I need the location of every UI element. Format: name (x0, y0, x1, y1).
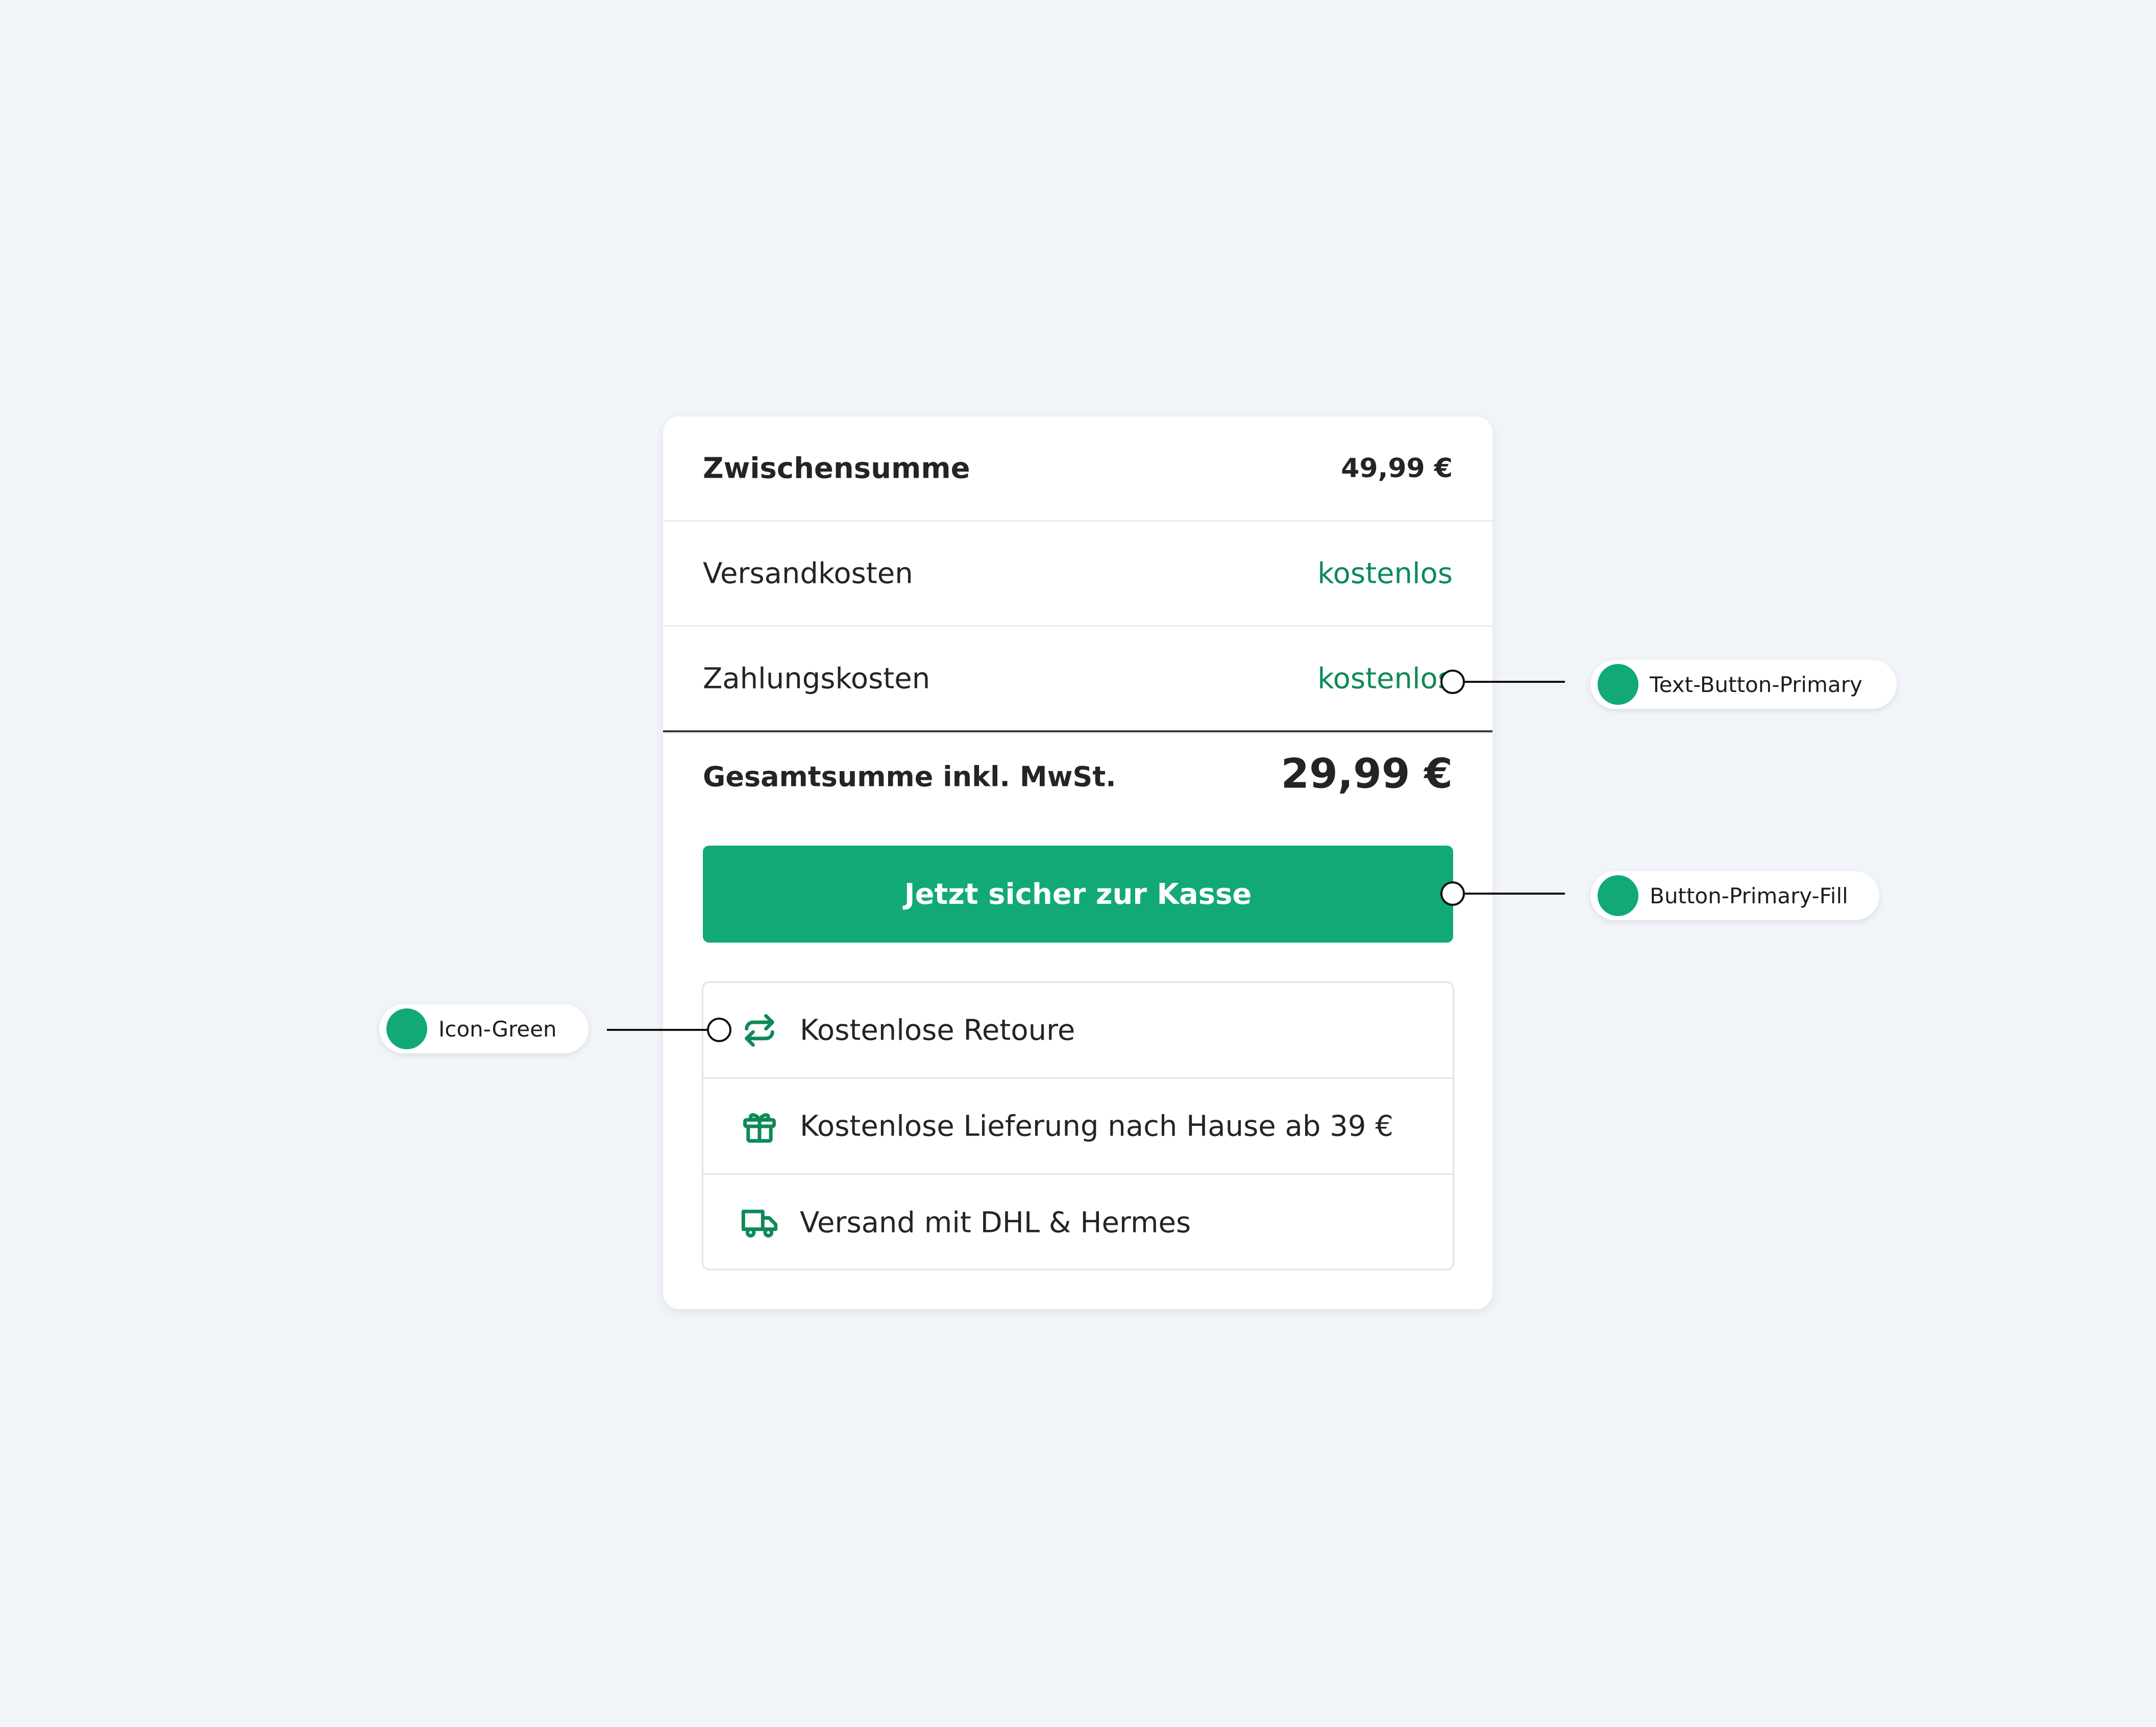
annotation-connector (1463, 893, 1565, 895)
annotation-connector (1463, 681, 1565, 683)
annotation-marker (707, 1018, 731, 1042)
payment-row: Zahlungskosten kostenlos (663, 627, 1492, 732)
truck-icon (741, 1210, 778, 1238)
annotation-marker (1440, 881, 1465, 906)
benefit-item-free-delivery: Kostenlose Lieferung nach Hause ab 39 € (703, 1079, 1453, 1175)
payment-label: Zahlungskosten (703, 662, 930, 695)
annotation-marker (1440, 670, 1465, 694)
annotation-label: Text-Button-Primary (1650, 672, 1863, 697)
shipping-row: Versandkosten kostenlos (663, 522, 1492, 627)
total-label: Gesamtsumme inkl. MwSt. (703, 760, 1116, 793)
benefit-item-shipping-carriers: Versand mit DHL & Hermes (703, 1175, 1453, 1269)
gift-icon (743, 1113, 776, 1143)
annotation-button-primary-fill: Button-Primary-Fill (1590, 871, 1879, 920)
benefit-label: Kostenlose Retoure (800, 1014, 1075, 1047)
benefit-item-returns: Kostenlose Retoure (703, 983, 1453, 1079)
annotation-text-button-primary: Text-Button-Primary (1590, 660, 1897, 709)
subtotal-value: 49,99 € (1341, 453, 1453, 484)
annotation-label: Button-Primary-Fill (1650, 883, 1848, 908)
color-swatch (1598, 875, 1638, 916)
benefits-list: Kostenlose Retoure Kostenlose Lieferung … (702, 981, 1454, 1270)
benefit-label: Kostenlose Lieferung nach Hause ab 39 € (800, 1109, 1393, 1143)
shipping-label: Versandkosten (703, 557, 913, 590)
checkout-button[interactable]: Jetzt sicher zur Kasse (703, 846, 1453, 943)
shipping-value: kostenlos (1317, 557, 1453, 590)
benefit-label: Versand mit DHL & Hermes (800, 1206, 1191, 1240)
subtotal-label: Zwischensumme (703, 452, 970, 485)
annotation-icon-green: Icon-Green (379, 1004, 589, 1053)
annotation-connector (607, 1029, 707, 1031)
subtotal-row: Zwischensumme 49,99 € (663, 416, 1492, 522)
return-arrows-icon (745, 1014, 774, 1047)
annotation-label: Icon-Green (438, 1016, 557, 1042)
color-swatch (1598, 664, 1638, 705)
payment-value: kostenlos (1317, 662, 1453, 695)
total-value: 29,99 € (1281, 750, 1453, 798)
color-swatch (386, 1008, 427, 1049)
order-summary-card: Zwischensumme 49,99 € Versandkosten kost… (663, 416, 1492, 1309)
